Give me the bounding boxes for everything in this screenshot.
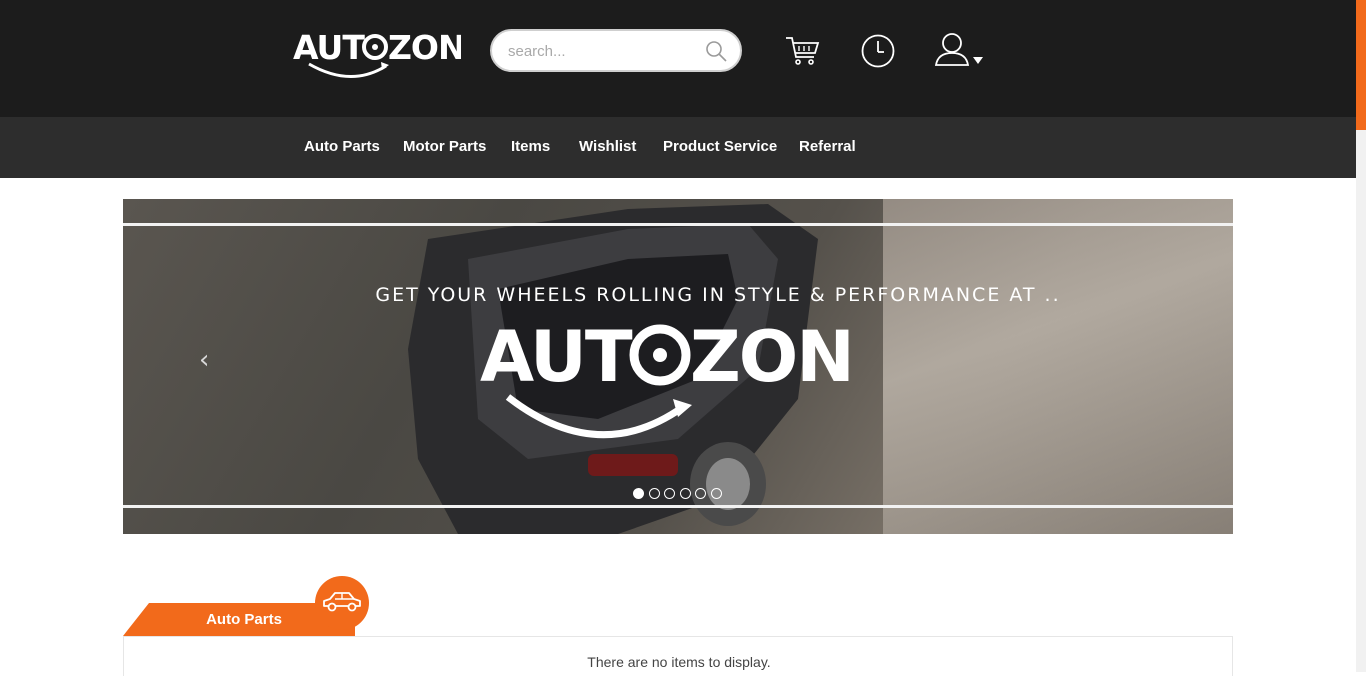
nav-item-auto-parts[interactable]: Auto Parts [304, 138, 380, 155]
banner-top-line [123, 223, 1233, 226]
search-input[interactable] [508, 41, 698, 61]
carousel-dot[interactable] [710, 488, 722, 499]
empty-message: There are no items to display. [587, 654, 771, 670]
nav-item-items[interactable]: Items [511, 138, 550, 155]
cart-icon[interactable] [784, 33, 820, 69]
banner-bottom-line [123, 505, 1233, 508]
nav-item-wishlist[interactable]: Wishlist [579, 138, 636, 155]
nav-item-motor-parts[interactable]: Motor Parts [403, 138, 486, 155]
svg-text:AUT: AUT [293, 28, 365, 67]
nav-item-product-service[interactable]: Product Service [663, 138, 777, 155]
user-icon[interactable] [934, 31, 970, 69]
autozon-logo[interactable]: AUT ZON [291, 26, 466, 86]
search-icon[interactable] [704, 39, 728, 63]
svg-text:AUT: AUT [480, 317, 633, 398]
car-icon [323, 592, 361, 612]
carousel-dot[interactable] [679, 488, 691, 499]
carousel-dot[interactable] [648, 488, 660, 499]
banner-prev-arrow[interactable]: ‹ [199, 345, 209, 375]
carousel-dot[interactable] [664, 488, 675, 499]
main-nav: Auto Parts Motor Parts Items Wishlist Pr… [0, 117, 1356, 178]
hero-banner[interactable]: GET YOUR WHEELS ROLLING IN STYLE & PERFO… [123, 199, 1233, 534]
section-content: There are no items to display. [123, 636, 1233, 676]
search-box [490, 29, 742, 72]
scrollbar-thumb[interactable] [1356, 0, 1366, 130]
banner-logo: AUT ZON [480, 317, 855, 439]
svg-text:ZON: ZON [690, 317, 853, 398]
section-badge [315, 576, 369, 630]
carousel-dot[interactable] [695, 488, 706, 499]
nav-item-referral[interactable]: Referral [799, 138, 856, 155]
carousel-dot[interactable] [633, 488, 644, 499]
top-header: AUT ZON [0, 0, 1356, 117]
clock-icon[interactable] [860, 33, 896, 69]
caret-down-icon[interactable] [972, 55, 984, 65]
banner-tagline: GET YOUR WHEELS ROLLING IN STYLE & PERFO… [375, 284, 1061, 306]
banner-background [883, 199, 1233, 534]
svg-text:ZON: ZON [388, 28, 461, 67]
carousel-dots [633, 486, 726, 499]
